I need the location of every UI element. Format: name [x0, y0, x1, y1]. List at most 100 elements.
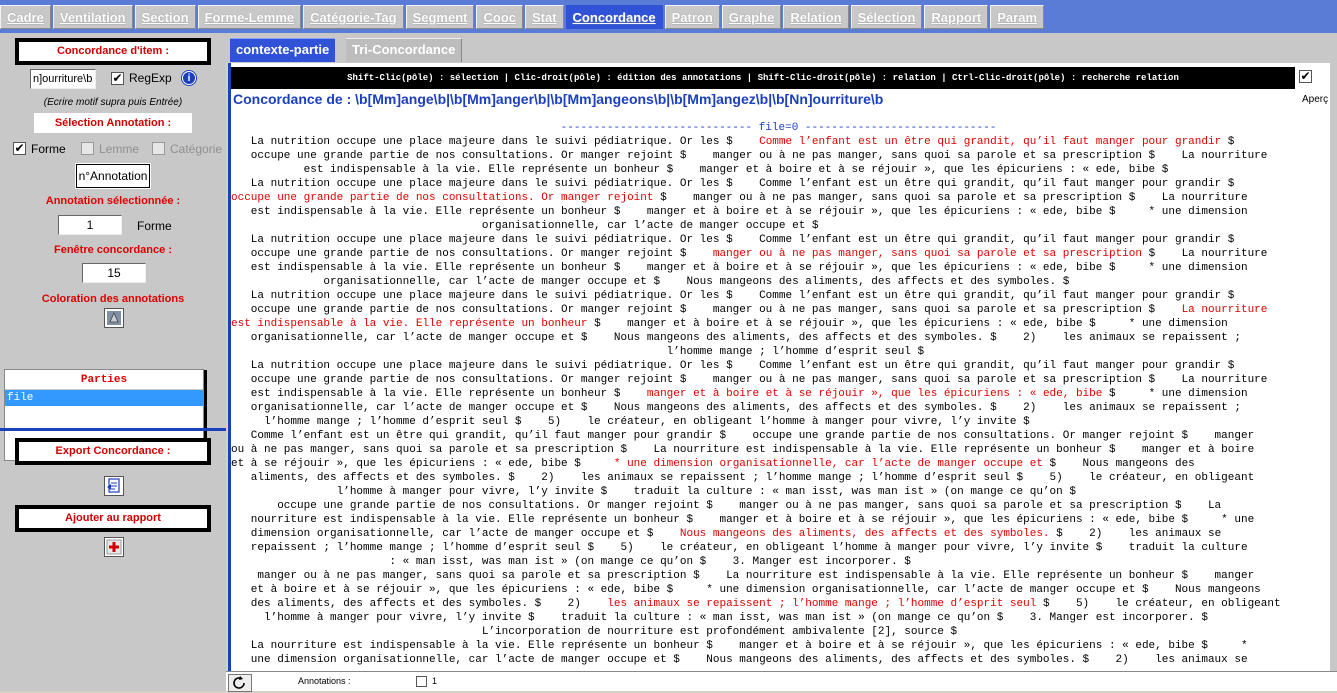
tab-selection[interactable]: Sélection: [850, 5, 923, 29]
context-text: est indispensable à la vie. Elle représe…: [231, 164, 1169, 176]
concordance-line[interactable]: La nutrition occupe une place majeure da…: [231, 177, 1326, 191]
concordance-line[interactable]: est indispensable à la vie. Elle représe…: [231, 261, 1326, 275]
context-text: l’homme à manger pour vivre, l’y invite …: [231, 612, 1208, 624]
concordance-line[interactable]: est indispensable à la vie. Elle représe…: [231, 163, 1326, 177]
annotation-number-button[interactable]: n°Annotation: [75, 163, 151, 189]
concordance-line[interactable]: La nutrition occupe une place majeure da…: [231, 359, 1326, 373]
add-report-button[interactable]: [104, 537, 124, 557]
context-text: occupe une grande partie de nos consulta…: [231, 304, 1182, 316]
concordance-line[interactable]: repaissent ; l’homme mange ; l’homme d’e…: [231, 541, 1326, 555]
concordance-line[interactable]: organisationnelle, car l’acte de manger …: [231, 331, 1326, 345]
pattern-input[interactable]: n]ourriture\b: [30, 69, 96, 89]
tab-section[interactable]: Section: [134, 5, 196, 29]
concordance-line[interactable]: occupe une grande partie de nos consulta…: [231, 499, 1326, 513]
concordance-line[interactable]: dimension organisationnelle, car l’acte …: [231, 527, 1326, 541]
context-text: l’homme à manger pour vivre, l’y invite …: [231, 486, 1076, 498]
forme-checkbox[interactable]: ✔: [13, 142, 26, 155]
concordance-line[interactable]: Comme l’enfant est un être qui grandit, …: [231, 429, 1326, 443]
concordance-line[interactable]: l’homme à manger pour vivre, l’y invite …: [231, 611, 1326, 625]
left-panel: Concordance d'item : n]ourriture\b ✔ Reg…: [0, 33, 226, 691]
tab-tri-concordance[interactable]: Tri-Concordance: [346, 38, 463, 62]
annotation-selected-input[interactable]: 1: [58, 215, 122, 235]
divider: [0, 428, 226, 431]
concordance-line[interactable]: occupe une grande partie de nos consulta…: [231, 373, 1326, 387]
concordance-panel: Shift-Clic(pôle) : sélection | Clic-droi…: [228, 63, 1337, 671]
tab-cadre[interactable]: Cadre: [0, 5, 51, 29]
concordance-line[interactable]: : « man isst, was man ist » (on mange ce…: [231, 555, 1326, 569]
concordance-line[interactable]: organisationnelle, car l’acte de manger …: [231, 219, 1326, 233]
export-icon: [107, 478, 120, 493]
concordance-line[interactable]: organisationnelle, car l’acte de manger …: [231, 275, 1326, 289]
context-text: : « man isst, was man ist » (on mange ce…: [231, 556, 911, 568]
concordance-line[interactable]: et à boire et à se réjouir », que les ép…: [231, 583, 1326, 597]
context-text: La nourriture est indispensable à la vie…: [231, 640, 1248, 652]
concordance-line[interactable]: nourriture est indispensable à la vie. E…: [231, 513, 1326, 527]
concordance-line[interactable]: occupe une grande partie de nos consulta…: [231, 191, 1326, 205]
tab-categorie-tag[interactable]: Catégorie-Tag: [303, 5, 404, 29]
window-concordance-input[interactable]: 15: [82, 263, 146, 283]
concordance-line[interactable]: est indispensable à la vie. Elle représe…: [231, 317, 1326, 331]
concordance-line[interactable]: l’homme mange ; l’homme d’esprit seul $ …: [231, 415, 1326, 429]
tab-graphe[interactable]: Graphe: [721, 5, 782, 29]
tab-patron[interactable]: Patron: [664, 5, 720, 29]
sub-tab-bar: contexte-partie Tri-Concordance: [226, 33, 1337, 63]
lemme-checkbox[interactable]: [81, 142, 94, 155]
refresh-button[interactable]: [228, 674, 252, 692]
context-text: et à boire et à se réjouir », que les ép…: [231, 584, 1261, 596]
highlighted-context: manger ou à ne pas manger, sans quoi sa …: [712, 248, 1142, 260]
coloration-button[interactable]: [104, 308, 124, 328]
concordance-line[interactable]: La nutrition occupe une place majeure da…: [231, 135, 1326, 149]
context-text: $ 5) le créateur, en obligeant: [1036, 598, 1281, 610]
tab-param[interactable]: Param: [990, 5, 1044, 29]
concordance-line[interactable]: manger ou à ne pas manger, sans quoi sa …: [231, 569, 1326, 583]
context-text: nourriture est indispensable à la vie. E…: [231, 514, 1255, 526]
tab-concordance[interactable]: Concordance: [565, 5, 663, 29]
context-text: une dimension organisationnelle, car l’a…: [231, 654, 1248, 666]
tab-ventilation[interactable]: Ventilation: [52, 5, 133, 29]
concordance-line[interactable]: ou à ne pas manger, sans quoi sa parole …: [231, 443, 1326, 457]
tab-stat[interactable]: Stat: [524, 5, 564, 29]
annotations-checkbox[interactable]: [416, 676, 427, 687]
vertical-scrollbar[interactable]: [1330, 63, 1337, 671]
selection-annotation-title: Sélection Annotation :: [34, 113, 192, 133]
shortcut-info-bar: Shift-Clic(pôle) : sélection | Clic-droi…: [231, 67, 1295, 89]
tab-relation[interactable]: Relation: [783, 5, 849, 29]
regexp-checkbox[interactable]: ✔: [111, 72, 124, 85]
context-text: des aliments, des affects et des symbole…: [231, 598, 608, 610]
context-text: La nutrition occupe une place majeure da…: [231, 290, 1235, 302]
context-text: L’incorporation de nourriture est profon…: [231, 626, 958, 638]
tab-forme-lemme[interactable]: Forme-Lemme: [197, 5, 302, 29]
concordance-line[interactable]: et à se réjouir », que les épicuriens : …: [231, 457, 1326, 471]
main-tab-bar: Cadre Ventilation Section Forme-Lemme Catégo…: [0, 0, 1337, 33]
file-separator: ----------------------------- file=0 ---…: [560, 122, 997, 134]
context-text: organisationnelle, car l’acte de manger …: [231, 220, 819, 232]
concordance-line[interactable]: aliments, des affects et des symboles. $…: [231, 471, 1326, 485]
concordance-line[interactable]: est indispensable à la vie. Elle représe…: [231, 387, 1326, 401]
concordance-text[interactable]: ----------------------------- file=0 ---…: [231, 121, 1326, 669]
concordance-line[interactable]: La nourriture est indispensable à la vie…: [231, 639, 1326, 653]
concordance-line[interactable]: est indispensable à la vie. Elle représe…: [231, 205, 1326, 219]
concordance-line[interactable]: occupe une grande partie de nos consulta…: [231, 303, 1326, 317]
coloration-label: Coloration des annotations: [41, 293, 185, 305]
concordance-line[interactable]: une dimension organisationnelle, car l’a…: [231, 653, 1326, 667]
tab-contexte-partie[interactable]: contexte-partie: [230, 38, 336, 62]
tab-cooc[interactable]: Cooc: [476, 5, 523, 29]
concordance-line[interactable]: L’incorporation de nourriture est profon…: [231, 625, 1326, 639]
tab-rapport[interactable]: Rapport: [924, 5, 989, 29]
info-icon[interactable]: i: [182, 71, 196, 85]
categorie-checkbox[interactable]: [152, 142, 165, 155]
concordance-line[interactable]: l’homme à manger pour vivre, l’y invite …: [231, 485, 1326, 499]
concordance-line[interactable]: organisationnelle, car l’acte de manger …: [231, 401, 1326, 415]
concordance-line[interactable]: l’homme mange ; l’homme d’esprit seul $: [231, 345, 1326, 359]
concordance-line[interactable]: La nutrition occupe une place majeure da…: [231, 233, 1326, 247]
concordance-line[interactable]: des aliments, des affects et des symbole…: [231, 597, 1326, 611]
tab-segment[interactable]: Segment: [405, 5, 475, 29]
apercu-checkbox[interactable]: ✔: [1299, 69, 1312, 83]
concordance-line[interactable]: occupe une grande partie de nos consulta…: [231, 247, 1326, 261]
concordance-line[interactable]: occupe une grande partie de nos consulta…: [231, 149, 1326, 163]
concordance-line[interactable]: La nutrition occupe une place majeure da…: [231, 289, 1326, 303]
lemme-label: Lemme: [99, 142, 140, 156]
context-text: organisationnelle, car l’acte de manger …: [231, 332, 1241, 344]
export-button[interactable]: [104, 476, 124, 496]
parties-item-file[interactable]: file: [5, 390, 203, 406]
